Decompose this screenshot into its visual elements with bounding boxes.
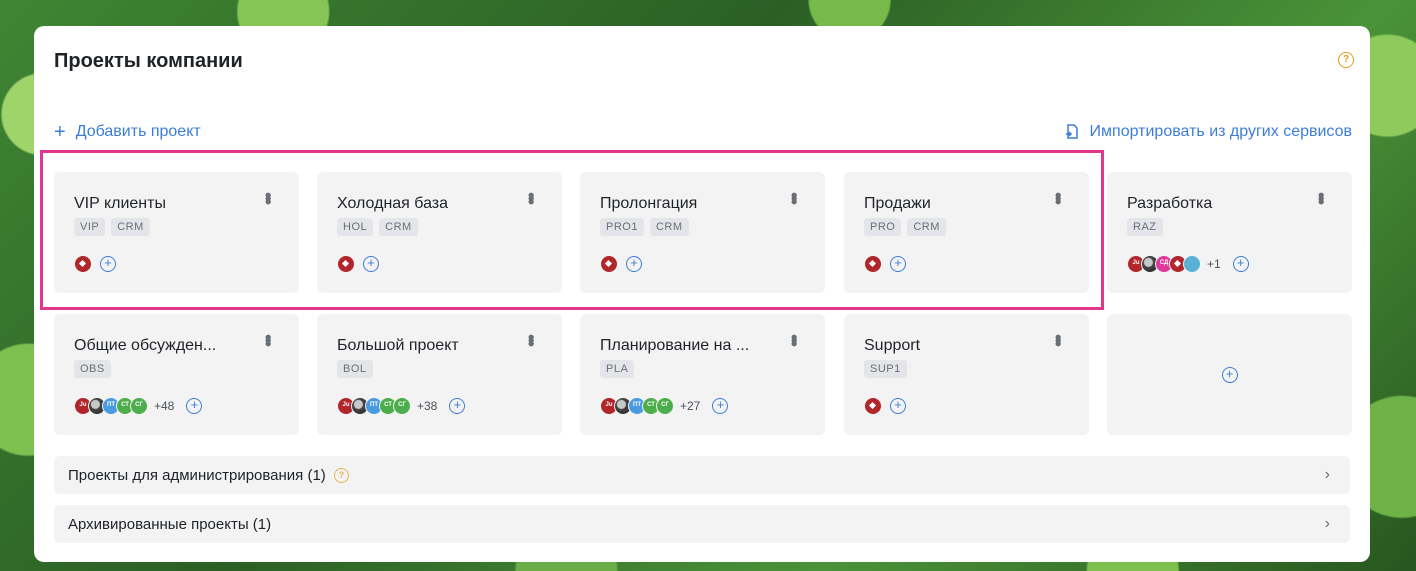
project-card[interactable]: Разработка ••• RAZ Ju СД +1 + (1107, 172, 1352, 293)
more-vertical-icon[interactable]: ••• (784, 192, 804, 202)
archived-projects-section[interactable]: Архивированные проекты (1) › (54, 505, 1350, 543)
plus-circle-icon: + (1221, 366, 1238, 383)
project-name: VIP клиенты (74, 195, 166, 212)
project-card[interactable]: Холодная база ••• HOL CRM + (317, 172, 562, 293)
more-members-count[interactable]: +38 (417, 399, 437, 413)
admin-projects-label: Проекты для администрирования (1) (68, 466, 326, 484)
project-tags: HOL CRM (337, 218, 418, 236)
more-vertical-icon[interactable]: ••• (521, 334, 541, 344)
more-members-count[interactable]: +27 (680, 399, 700, 413)
page-title: Проекты компании (54, 50, 243, 72)
project-members: + (864, 397, 906, 415)
project-card[interactable]: Общие обсужден... ••• OBS Ju ПТ СТ СГ +48 + (54, 314, 299, 435)
question-circle-icon[interactable]: ? (1338, 52, 1354, 68)
projects-panel: Проекты компании ? + Добавить проект Имп… (34, 26, 1370, 562)
plus-icon: + (54, 121, 66, 143)
project-tags: SUP1 (864, 360, 907, 378)
more-vertical-icon[interactable]: ••• (784, 334, 804, 344)
new-project-card[interactable]: + (1107, 314, 1352, 435)
project-members: Ju СД +1 + (1127, 255, 1249, 273)
project-tags: VIP CRM (74, 218, 150, 236)
add-member-icon[interactable]: + (712, 398, 729, 414)
project-tag: RAZ (1127, 218, 1163, 236)
project-name: Продажи (864, 195, 931, 212)
avatar-ticket-icon[interactable] (864, 397, 882, 415)
add-member-icon[interactable]: + (186, 398, 203, 414)
project-tag: CRM (649, 218, 689, 236)
project-tag: PRO (864, 218, 902, 236)
avatar[interactable]: СГ (656, 397, 674, 415)
add-project-label: Добавить проект (75, 123, 201, 140)
project-card[interactable]: Большой проект ••• BOL Ju ПТ СТ СГ +38 + (317, 314, 562, 435)
project-name: Разработка (1127, 195, 1213, 212)
more-vertical-icon[interactable]: ••• (258, 334, 278, 344)
project-tags: BOL (337, 360, 373, 378)
project-tag: CRM (379, 218, 418, 236)
project-members: + (74, 255, 116, 273)
project-tags: PRO1 CRM (600, 218, 689, 236)
import-button[interactable]: Импортировать из других сервисов (1064, 123, 1352, 141)
project-tag: PRO1 (600, 218, 644, 236)
more-vertical-icon[interactable]: ••• (1311, 192, 1331, 202)
add-project-button[interactable]: + Добавить проект (54, 121, 201, 143)
project-name: Планирование на ... (600, 337, 750, 354)
avatar[interactable]: СГ (130, 397, 148, 415)
project-tags: RAZ (1127, 218, 1163, 236)
project-members: Ju ПТ СТ СГ +27 + (600, 397, 729, 415)
project-tag: HOL (337, 218, 374, 236)
project-tags: PLA (600, 360, 635, 378)
avatar-ticket-icon[interactable] (337, 255, 355, 273)
project-card[interactable]: Планирование на ... ••• PLA Ju ПТ СТ СГ +27 + (580, 314, 825, 435)
avatar-ticket-icon[interactable] (864, 255, 882, 273)
question-circle-icon[interactable]: ? (333, 467, 349, 483)
project-card[interactable]: Продажи ••• PRO CRM + (844, 172, 1089, 293)
project-name: Большой проект (337, 337, 459, 354)
chevron-right-icon: › (1324, 515, 1330, 532)
project-tags: OBS (74, 360, 111, 378)
project-name: Общие обсужден... (74, 337, 217, 354)
add-member-icon[interactable]: + (363, 256, 379, 272)
add-member-icon[interactable]: + (1232, 256, 1249, 272)
more-vertical-icon[interactable]: ••• (258, 192, 278, 202)
project-members: + (864, 255, 906, 273)
more-members-count[interactable]: +1 (1207, 257, 1221, 271)
project-members: + (337, 255, 379, 273)
project-members: + (600, 255, 642, 273)
add-member-icon[interactable]: + (100, 256, 116, 272)
avatar-ticket-icon[interactable] (74, 255, 92, 273)
add-member-icon[interactable]: + (890, 398, 906, 414)
more-vertical-icon[interactable]: ••• (521, 192, 541, 202)
project-members: Ju ПТ СТ СГ +48 + (74, 397, 203, 415)
add-member-icon[interactable]: + (626, 256, 642, 272)
project-tag: OBS (74, 360, 111, 378)
project-name: Холодная база (337, 195, 449, 212)
project-name: Пролонгация (600, 195, 698, 212)
more-vertical-icon[interactable]: ••• (1048, 192, 1068, 202)
chevron-right-icon: › (1324, 466, 1330, 483)
project-members: Ju ПТ СТ СГ +38 + (337, 397, 466, 415)
project-card[interactable]: VIP клиенты ••• VIP CRM + (54, 172, 299, 293)
project-tag: CRM (907, 218, 946, 236)
project-tag: PLA (600, 360, 635, 378)
import-file-icon (1065, 124, 1078, 139)
project-tag: SUP1 (864, 360, 907, 378)
admin-projects-section[interactable]: Проекты для администрирования (1) ? › (54, 456, 1350, 494)
more-members-count[interactable]: +48 (154, 399, 174, 413)
archived-projects-label: Архивированные проекты (1) (68, 515, 272, 533)
project-tag: BOL (337, 360, 373, 378)
import-label: Импортировать из других сервисов (1089, 123, 1352, 140)
add-member-icon[interactable]: + (890, 256, 906, 272)
avatar[interactable]: СГ (393, 397, 411, 415)
project-name: Support (864, 337, 921, 354)
more-vertical-icon[interactable]: ••• (1048, 334, 1068, 344)
project-tag: VIP (74, 218, 106, 236)
avatar-photo[interactable] (1183, 255, 1201, 273)
add-member-icon[interactable]: + (449, 398, 466, 414)
project-tags: PRO CRM (864, 218, 946, 236)
project-card[interactable]: Пролонгация ••• PRO1 CRM + (580, 172, 825, 293)
project-tag: CRM (111, 218, 150, 236)
avatar-ticket-icon[interactable] (600, 255, 618, 273)
project-card[interactable]: Support ••• SUP1 + (844, 314, 1089, 435)
